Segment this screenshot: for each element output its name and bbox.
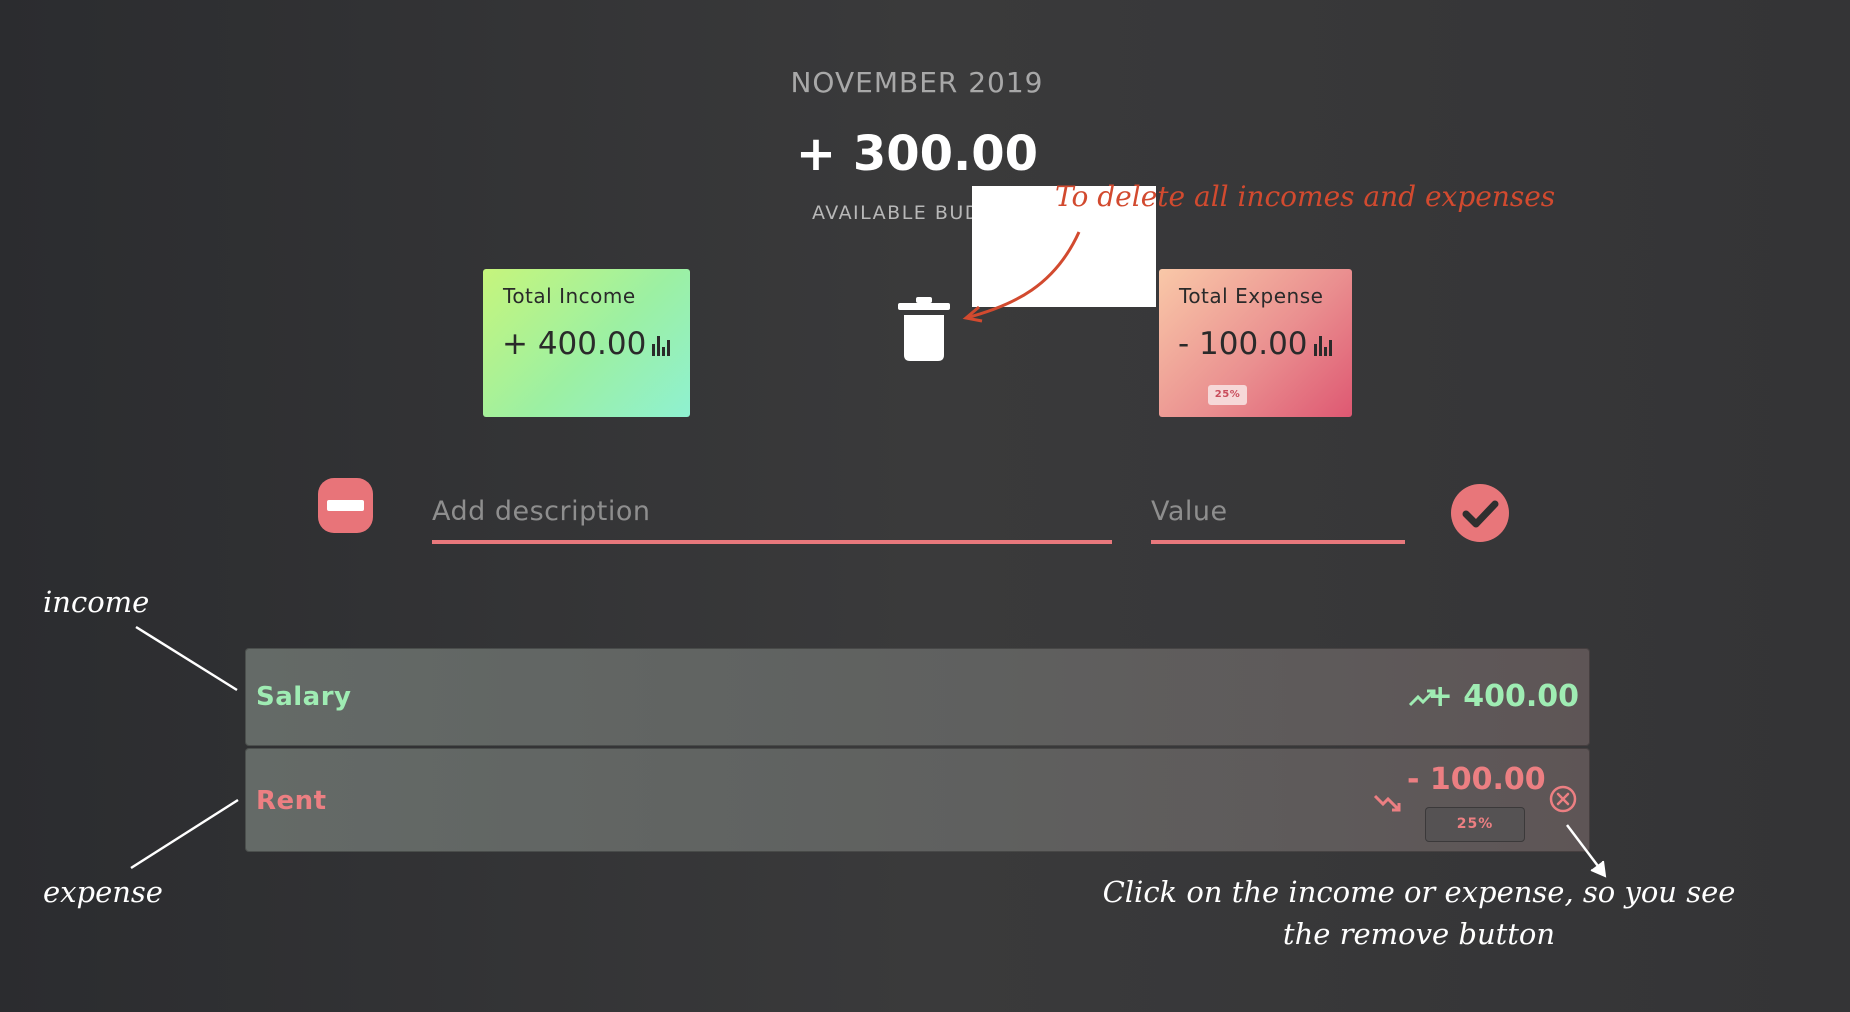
total-income-value: + 400.00: [502, 326, 647, 362]
close-circle-icon[interactable]: [1548, 784, 1578, 814]
income-item-description: Salary: [256, 682, 352, 712]
expense-annotation-line: [130, 798, 239, 870]
total-expense-title: Total Expense: [1179, 284, 1324, 308]
total-expense-value-wrap: - 100.00: [1178, 326, 1332, 362]
total-expense-card: Total Expense - 100.00 25%: [1159, 269, 1352, 417]
type-toggle-button[interactable]: [318, 478, 373, 533]
income-item-row[interactable]: Salary + 400.00: [245, 648, 1590, 746]
available-budget-label: AVAILABLE BUD: [812, 202, 981, 224]
delete-all-button[interactable]: [896, 297, 952, 361]
delete-annotation-arrowhead: [962, 305, 983, 323]
value-input[interactable]: [1151, 490, 1405, 544]
delete-all-annotation: To delete all incomes and expenses: [1055, 180, 1556, 213]
income-item-amount: + 400.00: [1427, 679, 1579, 714]
total-income-value-wrap: + 400.00: [502, 326, 671, 362]
remove-button-annotation: Click on the income or expense, so you s…: [1102, 875, 1736, 951]
available-budget-value: + 300.00: [795, 126, 1039, 182]
check-icon: [1462, 500, 1499, 528]
description-input[interactable]: [432, 490, 1112, 544]
bar-chart-icon[interactable]: [1313, 336, 1332, 356]
bar-chart-icon[interactable]: [652, 336, 671, 356]
total-expense-percentage: 25%: [1208, 385, 1247, 405]
trash-icon: [898, 297, 950, 361]
expense-item-percentage: 25%: [1425, 807, 1525, 842]
expense-item-description: Rent: [256, 786, 327, 816]
income-annotation: income: [43, 585, 150, 619]
total-expense-value: - 100.00: [1178, 326, 1308, 362]
expense-annotation: expense: [43, 875, 163, 909]
month-title: NOVEMBER 2019: [790, 66, 1044, 99]
total-income-card: Total Income + 400.00: [483, 269, 690, 417]
trend-down-icon: [1373, 794, 1401, 812]
minus-icon: [327, 500, 364, 511]
submit-button[interactable]: [1451, 484, 1509, 542]
income-annotation-line: [135, 625, 238, 692]
expense-item-row[interactable]: Rent - 100.00 25%: [245, 748, 1590, 852]
total-income-title: Total Income: [503, 284, 636, 308]
expense-item-amount: - 100.00: [1407, 762, 1546, 797]
